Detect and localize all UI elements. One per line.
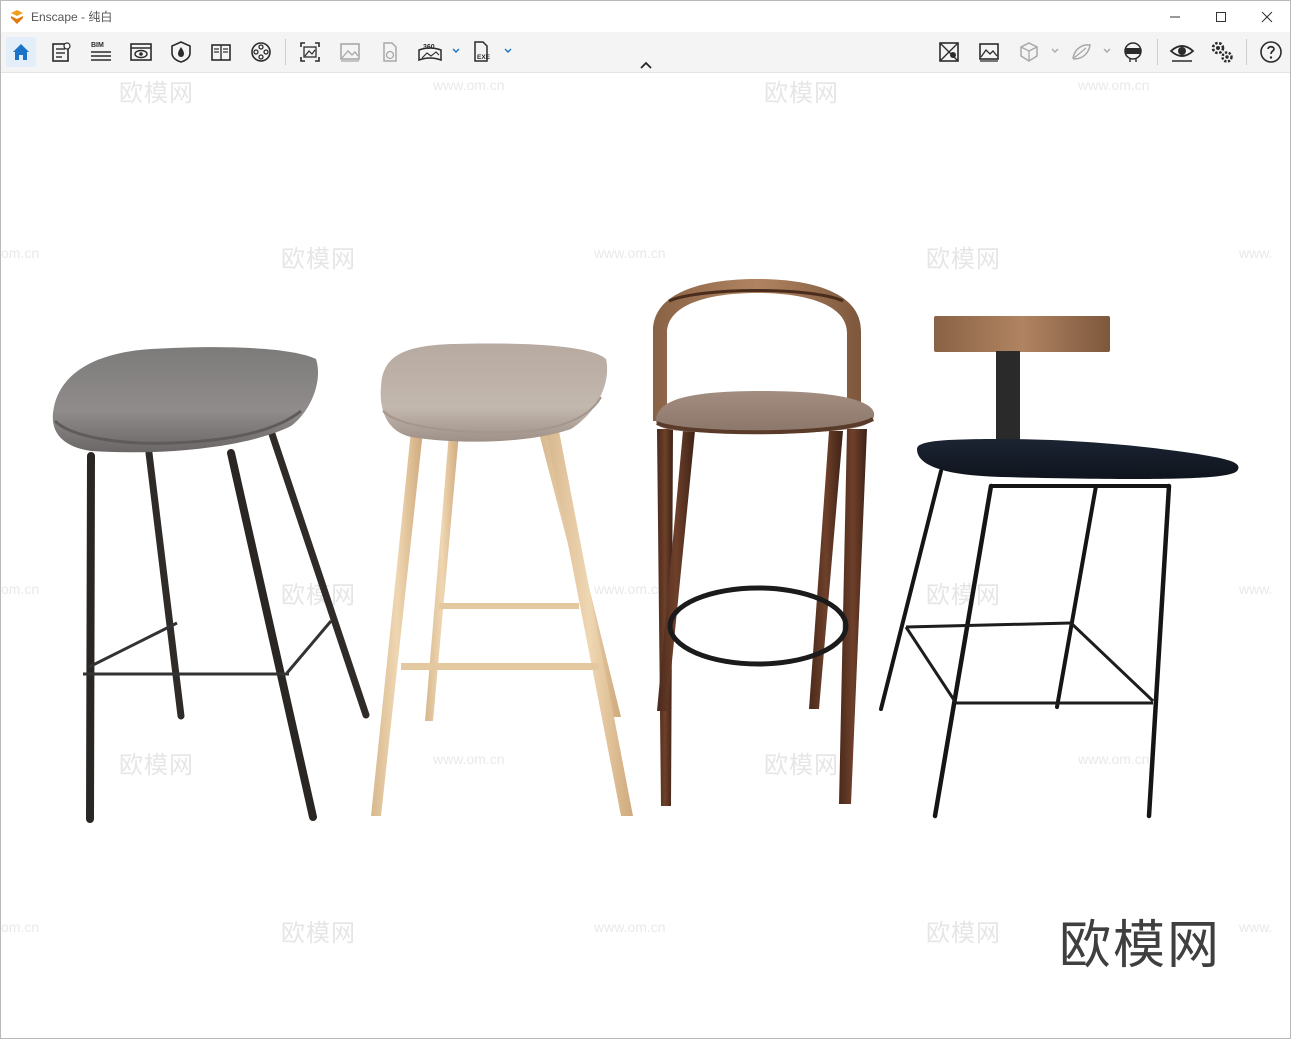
home-icon bbox=[13, 44, 29, 60]
cube-icon bbox=[1020, 42, 1038, 62]
panorama-button[interactable]: 360 bbox=[415, 37, 445, 67]
app-name: Enscape bbox=[31, 10, 78, 24]
material-button[interactable] bbox=[166, 37, 196, 67]
image-icon bbox=[340, 43, 360, 62]
title-separator: - bbox=[77, 10, 89, 24]
shield-drop-icon bbox=[171, 41, 191, 63]
stool-black-t-back bbox=[879, 316, 1239, 819]
window-controls bbox=[1152, 1, 1290, 32]
scene-name: 纯白 bbox=[88, 10, 113, 24]
maximize-icon bbox=[1216, 11, 1226, 22]
exe-file-icon: EXE bbox=[474, 41, 491, 62]
export-dropdown-chevron-icon[interactable] bbox=[503, 46, 513, 56]
view-management-button[interactable] bbox=[974, 37, 1004, 67]
panorama-dropdown-chevron-icon[interactable] bbox=[451, 46, 461, 56]
view-window-button[interactable] bbox=[126, 37, 156, 67]
brand-watermark: 欧模网 bbox=[1059, 916, 1222, 976]
toolbar-separator-help bbox=[1246, 39, 1247, 65]
vr-headset-button[interactable] bbox=[1118, 37, 1148, 67]
minimize-icon bbox=[1170, 16, 1180, 17]
asset-library-button[interactable] bbox=[206, 37, 236, 67]
screenshot-icon bbox=[300, 42, 320, 62]
properties-button[interactable] bbox=[46, 37, 76, 67]
home-button[interactable] bbox=[6, 37, 36, 67]
stool-walnut-ring bbox=[653, 279, 875, 806]
render-viewport[interactable]: 欧模网 www.om.cn 欧模网 www.om.cn om.cn 欧模网 ww… bbox=[1, 73, 1290, 1038]
gears-icon bbox=[1211, 41, 1233, 63]
eye-icon bbox=[1169, 45, 1195, 62]
close-button[interactable] bbox=[1244, 1, 1290, 32]
panorama-360-icon: 360 bbox=[418, 44, 442, 62]
book-icon bbox=[211, 44, 231, 61]
collapse-toolbar-chevron-icon[interactable] bbox=[638, 59, 654, 71]
section-button bbox=[1066, 37, 1096, 67]
document-settings-icon bbox=[52, 42, 71, 62]
map-pin-icon bbox=[939, 42, 959, 62]
leaf-plane-icon bbox=[1072, 44, 1091, 60]
vr-headset-icon bbox=[1124, 42, 1142, 62]
film-reel-icon bbox=[251, 42, 271, 62]
eye-window-icon bbox=[130, 43, 152, 61]
toolbar-separator bbox=[285, 39, 286, 65]
enscape-logo-icon bbox=[11, 9, 23, 24]
maximize-button[interactable] bbox=[1198, 1, 1244, 32]
general-settings-button[interactable] bbox=[1207, 37, 1237, 67]
stool-gray-metal bbox=[52, 347, 370, 823]
toolbar-separator-right bbox=[1157, 39, 1158, 65]
visual-settings-button[interactable] bbox=[1167, 37, 1197, 67]
title-bar: Enscape - 纯白 bbox=[1, 1, 1290, 32]
batch-render-button bbox=[335, 37, 365, 67]
video-editor-button[interactable] bbox=[246, 37, 276, 67]
exe-label: EXE bbox=[477, 54, 491, 61]
ortho-dropdown-chevron-icon bbox=[1051, 48, 1059, 53]
bim-icon: BIM bbox=[91, 42, 111, 61]
close-icon bbox=[1261, 11, 1273, 22]
section-dropdown-chevron-icon bbox=[1103, 48, 1111, 53]
map-button[interactable] bbox=[934, 37, 964, 67]
enscape-window: Enscape - 纯白 BIM 360 EXE 欧模网 www.om.cn 欧… bbox=[0, 0, 1291, 1039]
help-question-icon bbox=[1260, 41, 1282, 63]
orthographic-button bbox=[1014, 37, 1044, 67]
upload-button bbox=[375, 37, 405, 67]
file-upload-icon bbox=[383, 42, 397, 62]
screenshot-button[interactable] bbox=[295, 37, 325, 67]
stool-beige-wood bbox=[371, 343, 633, 816]
window-title: Enscape - 纯白 bbox=[31, 8, 112, 25]
minimize-button[interactable] bbox=[1152, 1, 1198, 32]
bim-button[interactable]: BIM bbox=[86, 37, 116, 67]
export-exe-button[interactable]: EXE bbox=[467, 37, 497, 67]
bar-stools-render bbox=[52, 279, 1239, 823]
help-button[interactable] bbox=[1256, 37, 1286, 67]
bim-label: BIM bbox=[91, 42, 104, 49]
landscape-icon bbox=[979, 43, 999, 62]
